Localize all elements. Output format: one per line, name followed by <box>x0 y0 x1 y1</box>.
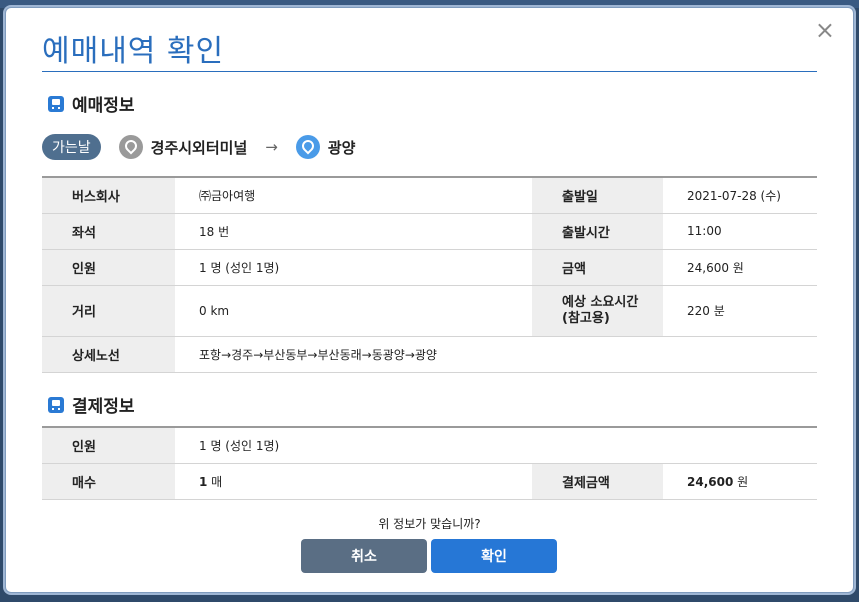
table-row: 매수 1 매 결제금액 24,600 원 <box>42 463 817 499</box>
table-row: 거리 0 km 예상 소요시간 (참고용) 220 분 <box>42 285 817 336</box>
estimated-duration-label: 예상 소요시간 (참고용) <box>532 285 663 336</box>
fare-value: 24,600 원 <box>687 260 744 275</box>
payment-section-heading: 결제정보 <box>48 392 135 417</box>
close-icon[interactable]: × <box>815 18 835 42</box>
seat-label: 좌석 <box>42 213 175 249</box>
ticket-count-unit: 매 <box>207 474 223 489</box>
departure-time-label: 출발시간 <box>532 213 663 249</box>
estimated-duration-value: 220 분 <box>687 304 725 318</box>
payment-people-value: 1 명 (성인 1명) <box>199 438 280 453</box>
departure-date-value: 2021-07-28 (수) <box>687 188 781 203</box>
origin-pin-icon <box>118 135 143 159</box>
bus-icon <box>48 95 64 112</box>
reservation-confirm-dialog: × 예매내역 확인 예매정보 가는날 경주시외터미널 → 광양 버스회사 ㈜금아… <box>5 7 854 593</box>
distance-label: 거리 <box>42 285 175 336</box>
seat-value: 18 번 <box>199 224 230 239</box>
route-detail-label: 상세노선 <box>42 336 175 372</box>
table-row: 인원 1 명 (성인 1명) 금액 24,600 원 <box>42 249 817 285</box>
reservation-table: 버스회사 ㈜금아여행 출발일 2021-07-28 (수) 좌석 18 번 출발… <box>42 176 817 373</box>
payment-heading-label: 결제정보 <box>72 397 135 417</box>
bus-company-label: 버스회사 <box>42 177 175 213</box>
table-row: 상세노선 포항→경주→부산동부→부산동래→동광양→광양 <box>42 336 817 372</box>
route-detail-value: 포항→경주→부산동부→부산동래→동광양→광양 <box>199 347 437 362</box>
cancel-button[interactable]: 취소 <box>301 539 427 573</box>
trip-badge: 가는날 <box>42 134 101 160</box>
reservation-heading-label: 예매정보 <box>72 96 135 116</box>
reservation-section-heading: 예매정보 <box>48 91 135 116</box>
confirmation-question: 위 정보가 맞습니까? <box>378 517 481 531</box>
table-row: 좌석 18 번 출발시간 11:00 <box>42 213 817 249</box>
ticket-count-value: 1 매 <box>175 463 532 499</box>
title-divider <box>42 71 817 72</box>
passenger-label: 인원 <box>42 249 175 285</box>
distance-value: 0 km <box>199 303 230 318</box>
origin-terminal: 경주시외터미널 <box>150 138 248 157</box>
payment-amount-value: 24,600 원 <box>663 463 817 499</box>
destination-terminal: 광양 <box>327 138 356 157</box>
ticket-count-label: 매수 <box>42 463 175 499</box>
destination-pin-icon <box>295 135 320 159</box>
dialog-title: 예매내역 확인 <box>42 34 225 69</box>
payment-amount-unit: 원 <box>733 474 749 489</box>
fare-label: 금액 <box>532 249 663 285</box>
table-row: 인원 1 명 (성인 1명) <box>42 427 817 463</box>
confirm-button[interactable]: 확인 <box>431 539 557 573</box>
route-arrow-icon: → <box>265 138 278 156</box>
passenger-value: 1 명 (성인 1명) <box>199 260 280 275</box>
departure-time-value: 11:00 <box>687 224 722 238</box>
payment-amount-number: 24,600 <box>687 474 734 489</box>
payment-amount-label: 결제금액 <box>532 463 663 499</box>
table-row: 버스회사 ㈜금아여행 출발일 2021-07-28 (수) <box>42 177 817 213</box>
departure-date-label: 출발일 <box>532 177 663 213</box>
payment-people-label: 인원 <box>42 427 175 463</box>
bus-company-value: ㈜금아여행 <box>199 188 256 203</box>
route-summary: 가는날 경주시외터미널 → 광양 <box>42 134 355 160</box>
bus-icon <box>48 396 64 413</box>
payment-table: 인원 1 명 (성인 1명) 매수 1 매 결제금액 24,600 원 <box>42 426 817 500</box>
